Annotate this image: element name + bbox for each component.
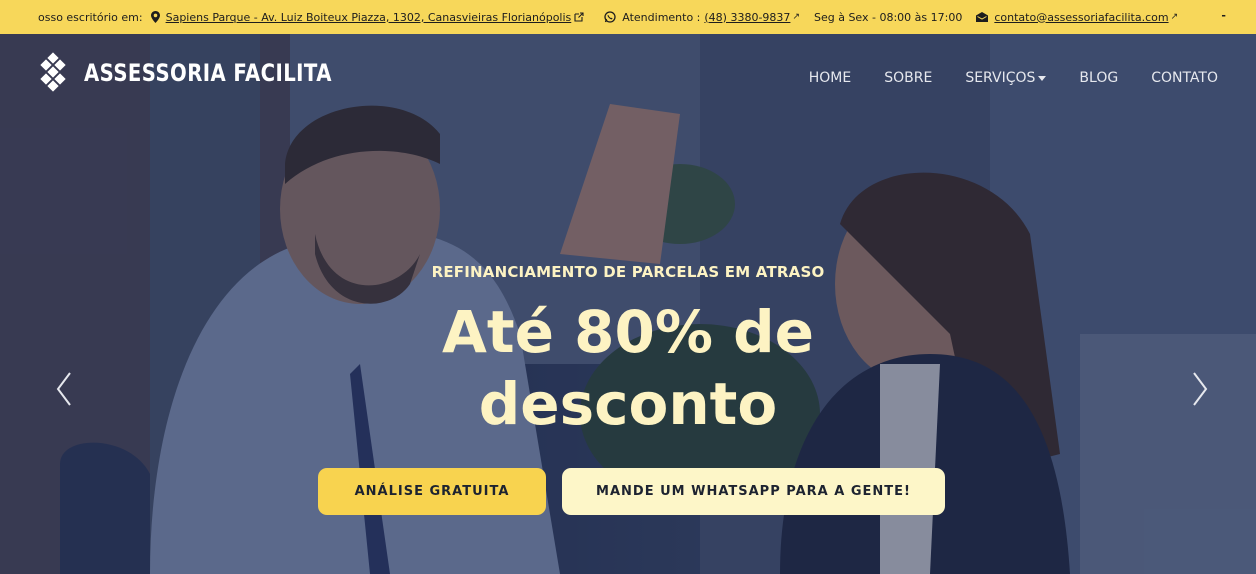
hero-headline-line-1: Até 80% de: [441, 298, 814, 366]
office-label: osso escritório em:: [38, 10, 143, 24]
map-pin-icon: [150, 11, 160, 23]
whatsapp-cta-button[interactable]: MANDE UM WHATSAPP PARA A GENTE!: [562, 468, 945, 515]
brand-logo[interactable]: ASSESSORIA FACILITA: [40, 52, 386, 92]
external-link-icon: [574, 12, 584, 22]
free-analysis-button[interactable]: ANÁLISE GRATUITA: [318, 468, 546, 515]
chevron-left-icon: [56, 372, 71, 406]
hero-eyebrow: REFINANCIAMENTO DE PARCELAS EM ATRASO: [431, 263, 825, 281]
chevron-down-icon: [1038, 75, 1047, 81]
nav-menu: HOME SOBRE SERVIÇOS BLOG CONTATO: [776, 70, 1218, 86]
main-navbar: ASSESSORIA FACILITA HOME SOBRE SERVIÇOS …: [0, 34, 1256, 124]
phone-external-arrow: ↗: [792, 12, 800, 22]
logo-mark-icon: [40, 52, 66, 92]
envelope-icon: [976, 12, 989, 22]
carousel-prev-button[interactable]: [52, 369, 76, 409]
address-link[interactable]: Sapiens Parque - Av. Luiz Boiteux Piazza…: [166, 11, 572, 24]
nav-item-contato[interactable]: CONTATO: [1151, 70, 1218, 86]
nav-item-sobre[interactable]: SOBRE: [884, 70, 932, 86]
topbar-trailing-dash: -: [1221, 9, 1226, 22]
nav-item-servicos[interactable]: SERVIÇOS: [965, 70, 1047, 86]
nav-item-blog[interactable]: BLOG: [1079, 70, 1118, 86]
phone-link[interactable]: (48) 3380-9837: [704, 11, 790, 24]
top-info-bar: osso escritório em: Sapiens Parque - Av.…: [0, 0, 1256, 34]
email-link[interactable]: contato@assessoriafacilita.com: [994, 11, 1168, 24]
whatsapp-icon: [604, 11, 616, 23]
business-hours: Seg à Sex - 08:00 às 17:00: [813, 10, 963, 24]
hero-headline: Até 80% de desconto: [0, 296, 1256, 440]
nav-item-servicos-label: SERVIÇOS: [965, 70, 1036, 86]
nav-item-home[interactable]: HOME: [809, 70, 851, 86]
email-external-arrow: ↗: [1170, 12, 1179, 22]
chevron-right-icon: [1193, 372, 1208, 406]
atendimento-label: Atendimento :: [622, 10, 701, 24]
carousel-next-button[interactable]: [1188, 369, 1212, 409]
hero-headline-line-2: desconto: [478, 370, 778, 438]
brand-name: ASSESSORIA FACILITA: [84, 59, 332, 87]
hero-carousel: ASSESSORIA FACILITA HOME SOBRE SERVIÇOS …: [0, 34, 1256, 574]
